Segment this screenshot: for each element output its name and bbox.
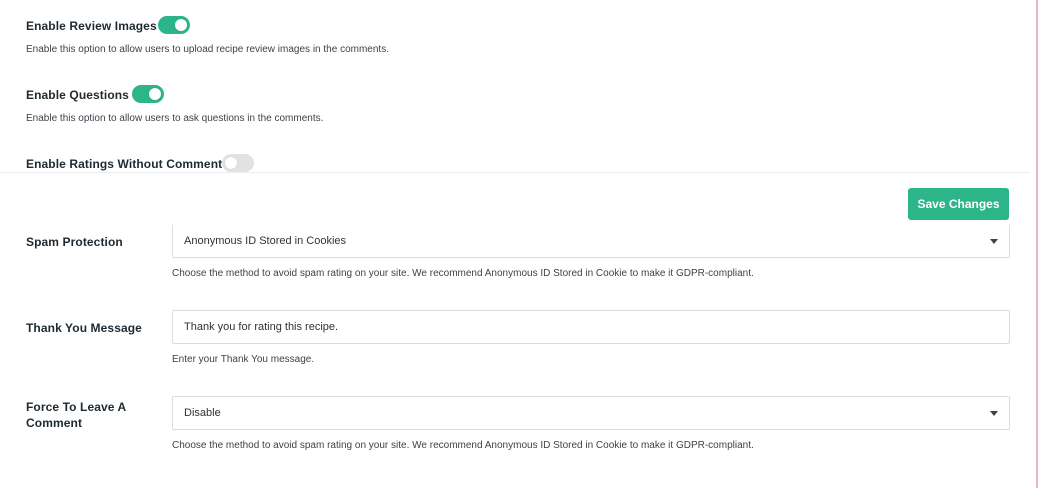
- questions-toggle[interactable]: [132, 85, 164, 103]
- spam-protection-description: Choose the method to avoid spam rating o…: [172, 268, 754, 279]
- thank-you-message-field[interactable]: [172, 310, 1010, 344]
- toggle-knob: [225, 157, 237, 169]
- force-comment-select[interactable]: Disable: [172, 396, 1010, 430]
- spam-protection-label: Spam Protection: [26, 235, 123, 249]
- review-images-label: Enable Review Images: [26, 19, 157, 33]
- spam-protection-select[interactable]: Anonymous ID Stored in Cookies: [172, 224, 1010, 258]
- review-images-description: Enable this option to allow users to upl…: [26, 44, 389, 55]
- thank-you-message-label: Thank You Message: [26, 321, 142, 335]
- review-images-toggle[interactable]: [158, 16, 190, 34]
- force-comment-label-line1: Force To Leave A: [26, 400, 127, 414]
- chevron-down-icon: [990, 411, 998, 416]
- spam-protection-selected-value: Anonymous ID Stored in Cookies: [184, 235, 347, 247]
- toggle-knob: [149, 88, 161, 100]
- save-changes-button[interactable]: Save Changes: [908, 188, 1009, 220]
- settings-panel: Enable Review Images Enable this option …: [0, 0, 1038, 488]
- thank-you-message-input[interactable]: [184, 321, 998, 333]
- force-comment-label-line2: Comment: [26, 416, 83, 430]
- force-comment-label: Force To Leave A Comment: [26, 399, 126, 431]
- ratings-without-comment-label: Enable Ratings Without Comment: [26, 157, 223, 171]
- questions-description: Enable this option to allow users to ask…: [26, 113, 324, 124]
- ratings-without-comment-toggle[interactable]: [222, 154, 254, 172]
- section-divider: [0, 172, 1030, 173]
- thank-you-message-description: Enter your Thank You message.: [172, 354, 315, 365]
- toggle-knob: [175, 19, 187, 31]
- force-comment-description: Choose the method to avoid spam rating o…: [172, 440, 754, 451]
- questions-label: Enable Questions: [26, 88, 129, 102]
- chevron-down-icon: [990, 239, 998, 244]
- force-comment-selected-value: Disable: [184, 407, 221, 419]
